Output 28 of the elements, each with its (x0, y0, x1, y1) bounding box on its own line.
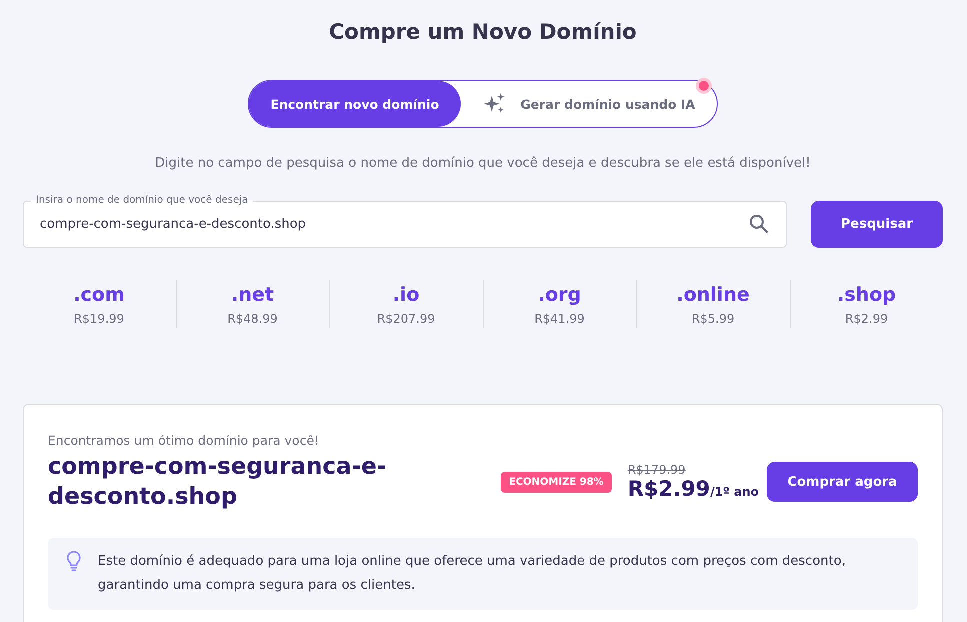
old-price: R$179.99 (628, 463, 687, 477)
tld-price: R$48.99 (228, 312, 278, 326)
price: R$2.99 (628, 477, 710, 501)
tld-price: R$2.99 (845, 312, 888, 326)
tld-name[interactable]: .io (392, 284, 420, 306)
price-period: /1º ano (710, 485, 759, 499)
buy-button[interactable]: Comprar agora (767, 462, 918, 502)
tld-name[interactable]: .com (74, 284, 125, 306)
tld-name[interactable]: .shop (837, 284, 896, 306)
tld-name[interactable]: .net (231, 284, 274, 306)
tld-name[interactable]: .online (676, 284, 750, 306)
tld-price: R$207.99 (377, 312, 436, 326)
lightbulb-icon (66, 550, 82, 572)
search-button[interactable]: Pesquisar (811, 201, 943, 248)
tab[interactable]: Encontrar novo domínio (249, 81, 461, 127)
result-intro: Encontramos um ótimo domínio para você! (48, 433, 320, 448)
hint-text: Este domínio é adequado para uma loja online que oferece uma variedade de produtos com preços com desconto, garantindo uma compra segura para os clientes. (98, 553, 847, 595)
tld-price: R$19.99 (74, 312, 124, 326)
tab[interactable]: Gerar domínio usando IA (461, 81, 717, 127)
page-title: Compre um Novo Domínio (329, 19, 637, 46)
tld-name[interactable]: .org (538, 284, 582, 306)
search-icon[interactable] (749, 214, 769, 234)
discount-badge: ECONOMIZE 98% (501, 472, 612, 492)
tld-price: R$41.99 (534, 312, 585, 326)
tld-price: R$5.99 (692, 312, 735, 326)
domain-name: compre-com-seguranca-e-desconto.shop (48, 453, 388, 512)
field-label: Insira o nome de domínio que você deseja (31, 194, 254, 207)
subtitle: Digite no campo de pesquisa o nome de domínio que você deseja e descubra se ele está disponível! (155, 156, 811, 171)
